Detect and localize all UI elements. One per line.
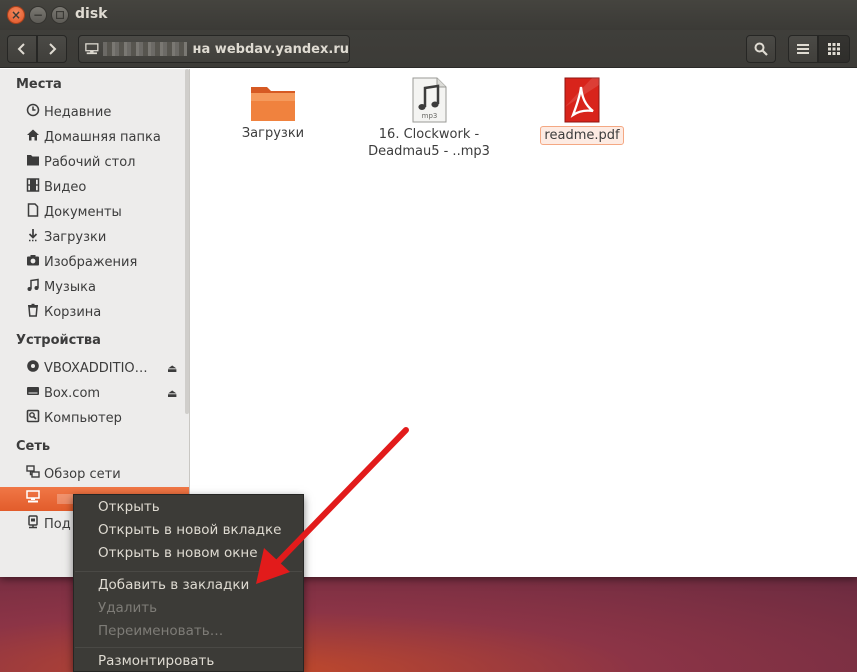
menu-item-rename: Переименовать… (98, 623, 224, 639)
sidebar-item-browse-network[interactable]: Обзор сети (0, 462, 189, 486)
chevron-right-icon (49, 43, 57, 55)
path-text: на webdav.yandex.ru (192, 41, 349, 57)
file-name: Загрузки (241, 126, 305, 141)
file-item-readme-pdf[interactable]: readme.pdf (527, 77, 637, 145)
network-icon (26, 465, 40, 483)
sidebar-item-label: VBOXADDITIO… (44, 360, 148, 376)
menu-item-add-bookmark[interactable]: Добавить в закладки (98, 577, 249, 593)
clock-icon (26, 103, 40, 121)
file-item-downloads-folder[interactable]: Загрузки (231, 79, 315, 142)
file-name-line1: 16. Clockwork - (378, 127, 480, 142)
sidebar-item-label: Под (44, 516, 71, 532)
toolbar: на webdav.yandex.ru (0, 30, 857, 68)
sidebar-item-pictures[interactable]: Изображения (0, 250, 189, 274)
grid-view-button[interactable] (818, 35, 850, 63)
devices-header: Устройства (16, 333, 101, 348)
sidebar-item-label: Рабочий стол (44, 154, 136, 170)
server-icon (26, 515, 40, 533)
network-drive-icon (85, 43, 99, 55)
sidebar-item-computer[interactable]: Компьютер (0, 406, 189, 430)
folder-icon (251, 87, 295, 121)
network-drive-icon (26, 490, 40, 508)
forward-button[interactable] (37, 35, 67, 63)
obscured-username (102, 42, 187, 56)
menu-item-open-new-tab[interactable]: Открыть в новой вкладке (98, 522, 281, 538)
sidebar-item-label: Документы (44, 204, 122, 220)
menu-item-delete: Удалить (98, 600, 158, 616)
sidebar-item-label: Загрузки (44, 229, 107, 245)
list-view-button[interactable] (788, 35, 818, 63)
film-icon (26, 178, 40, 196)
svg-text:mp3: mp3 (422, 112, 438, 120)
camera-icon (26, 253, 40, 271)
download-icon (26, 228, 40, 246)
sidebar-item-label: Недавние (44, 104, 112, 120)
sidebar-item-label: Box.com (44, 385, 101, 401)
context-menu: Открыть Открыть в новой вкладке Открыть … (73, 494, 304, 672)
pdf-icon (564, 77, 600, 123)
sidebar-item-label: Компьютер (44, 410, 122, 426)
sidebar-item-home[interactable]: Домашняя папка (0, 125, 189, 149)
menu-item-unmount[interactable]: Размонтировать (98, 653, 214, 669)
menu-item-open-new-window[interactable]: Открыть в новом окне (98, 545, 258, 561)
title-bar: × − disk (0, 0, 857, 30)
search-button[interactable] (746, 35, 776, 63)
search-icon (754, 42, 768, 56)
sidebar-item-trash[interactable]: Корзина (0, 300, 189, 324)
sidebar-item-label: Домашняя папка (44, 129, 161, 145)
sidebar-item-label: Видео (44, 179, 87, 195)
grid-view-icon (828, 43, 840, 55)
minimize-window-button[interactable]: − (29, 6, 47, 24)
places-header: Места (16, 77, 62, 92)
desktop-folder-icon (26, 153, 40, 171)
file-item-mp3[interactable]: mp3 16. Clockwork - Deadmau5 - ..mp3 (359, 77, 499, 160)
drive-icon (26, 384, 40, 402)
sidebar-item-label: Изображения (44, 254, 138, 270)
menu-separator (75, 571, 302, 572)
sidebar-item-label: Обзор сети (44, 466, 121, 482)
sidebar-item-recent[interactable]: Недавние (0, 100, 189, 124)
network-header: Сеть (16, 439, 51, 454)
trash-icon (26, 303, 40, 321)
music-icon (26, 278, 40, 296)
chevron-left-icon (17, 43, 25, 55)
menu-separator (75, 647, 302, 648)
home-icon (26, 128, 40, 146)
maximize-window-button[interactable] (51, 6, 69, 24)
sidebar-item-downloads[interactable]: Загрузки (0, 225, 189, 249)
disc-icon (26, 359, 40, 377)
sidebar-item-label: Корзина (44, 304, 102, 320)
close-window-button[interactable]: × (7, 6, 25, 24)
window-title: disk (75, 6, 108, 22)
sidebar-item-documents[interactable]: Документы (0, 200, 189, 224)
menu-item-open[interactable]: Открыть (98, 499, 160, 515)
document-icon (26, 203, 40, 221)
sidebar-item-box-com[interactable]: Box.com ⏏ (0, 381, 189, 405)
eject-icon[interactable]: ⏏ (167, 362, 177, 375)
back-button[interactable] (7, 35, 37, 63)
sidebar-item-desktop[interactable]: Рабочий стол (0, 150, 189, 174)
file-name: readme.pdf (540, 126, 624, 145)
file-manager-window: × − disk на webdav.yandex.ru Места Недав… (0, 0, 857, 577)
sidebar-item-label: Музыка (44, 279, 96, 295)
eject-icon[interactable]: ⏏ (167, 387, 177, 400)
sidebar-item-vboxadditions[interactable]: VBOXADDITIO… ⏏ (0, 356, 189, 380)
file-name-line2: Deadmau5 - ..mp3 (368, 144, 490, 159)
list-view-icon (797, 44, 809, 54)
sidebar-item-music[interactable]: Музыка (0, 275, 189, 299)
mp3-icon: mp3 (412, 77, 447, 123)
sidebar-item-videos[interactable]: Видео (0, 175, 189, 199)
location-path-button[interactable]: на webdav.yandex.ru (78, 35, 350, 63)
computer-icon (26, 409, 40, 427)
